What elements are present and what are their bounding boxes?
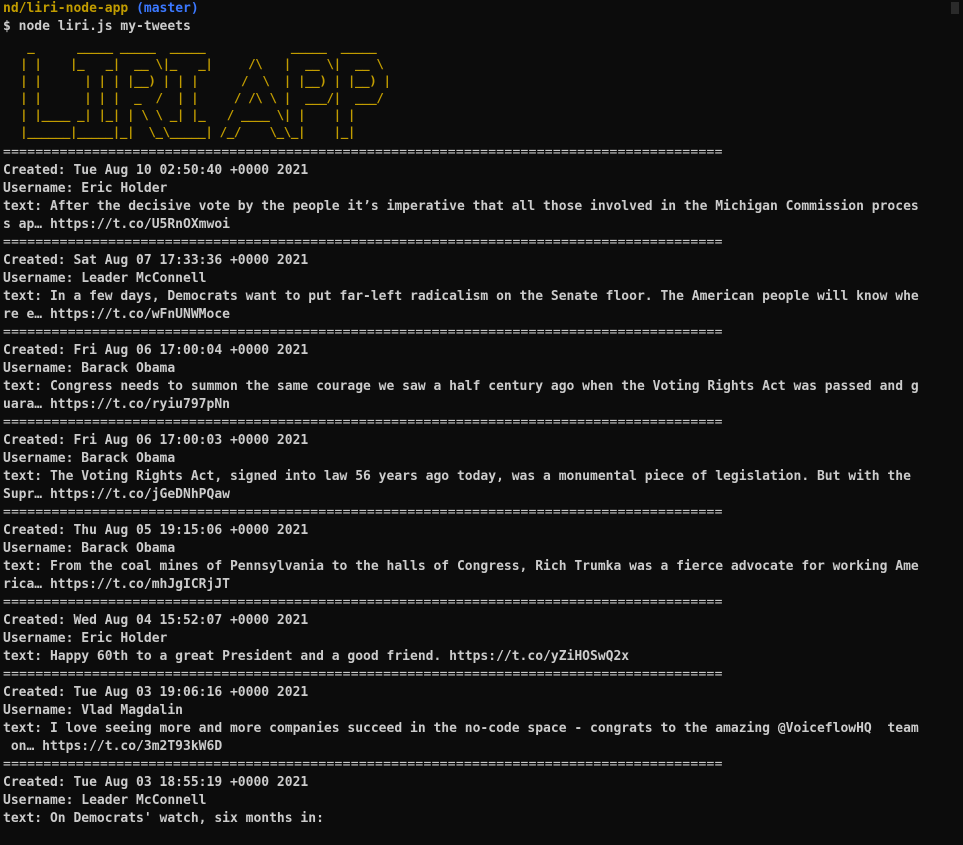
tweet-entry: Created: Fri Aug 06 17:00:04 +0000 2021 … <box>3 342 943 414</box>
tweet-text-continued: on… https://t.co/3m2T93kW6D <box>3 739 223 754</box>
tweet-entry: Created: Tue Aug 10 02:50:40 +0000 2021 … <box>3 162 943 234</box>
tweet-entry: Created: Wed Aug 04 15:52:07 +0000 2021 … <box>3 612 943 666</box>
tweet-text: text: Congress needs to summon the same … <box>3 379 919 394</box>
tweet-text-continued: s ap… https://t.co/U5RnOXmwoi <box>3 217 230 232</box>
tweet-text: text: In a few days, Democrats want to p… <box>3 289 919 304</box>
tweet-created: Created: Fri Aug 06 17:00:03 +0000 2021 <box>3 433 309 448</box>
tweet-entry: Created: Sat Aug 07 17:33:36 +0000 2021 … <box>3 252 943 324</box>
separator: ========================================… <box>3 145 723 160</box>
terminal-output: nd/liri-node-app (master) $ node liri.js… <box>3 0 943 828</box>
tweet-entry: Created: Fri Aug 06 17:00:03 +0000 2021 … <box>3 432 943 504</box>
command-line: $ node liri.js my-tweets <box>3 19 191 34</box>
tweet-username: Username: Eric Holder <box>3 631 168 646</box>
separator: ========================================… <box>3 667 723 682</box>
tweet-text-continued: re e… https://t.co/wFnUNWMoce <box>3 307 230 322</box>
tweet-text: text: After the decisive vote by the peo… <box>3 199 919 214</box>
tweet-entry: Created: Tue Aug 03 18:55:19 +0000 2021 … <box>3 774 943 828</box>
tweet-text: text: The Voting Rights Act, signed into… <box>3 469 911 484</box>
tweet-text: text: I love seeing more and more compan… <box>3 721 919 736</box>
tweet-created: Created: Sat Aug 07 17:33:36 +0000 2021 <box>3 253 309 268</box>
separator: ========================================… <box>3 757 723 772</box>
tweet-created: Created: Wed Aug 04 15:52:07 +0000 2021 <box>3 613 309 628</box>
separator: ========================================… <box>3 415 723 430</box>
liri-app-banner: _ _____ _____ _____ _____ _____ | | |_ _… <box>20 39 391 139</box>
tweet-created: Created: Fri Aug 06 17:00:04 +0000 2021 <box>3 343 309 358</box>
tweet-username: Username: Barack Obama <box>3 541 176 556</box>
tweet-created: Created: Tue Aug 03 18:55:19 +0000 2021 <box>3 775 309 790</box>
tweet-text-continued: Supr… https://t.co/jGeDNhPQaw <box>3 487 230 502</box>
scrollbar-thumb[interactable] <box>951 2 959 14</box>
tweet-username: Username: Barack Obama <box>3 361 176 376</box>
prompt-path: nd/liri-node-app <box>3 1 129 16</box>
tweet-username: Username: Vlad Magdalin <box>3 703 184 718</box>
tweet-created: Created: Thu Aug 05 19:15:06 +0000 2021 <box>3 523 309 538</box>
tweet-username: Username: Barack Obama <box>3 451 176 466</box>
vertical-scrollbar[interactable] <box>946 0 963 845</box>
separator: ========================================… <box>3 325 723 340</box>
tweet-username: Username: Eric Holder <box>3 181 168 196</box>
tweet-created: Created: Tue Aug 10 02:50:40 +0000 2021 <box>3 163 309 178</box>
tweet-text-continued: rica… https://t.co/mhJgICRjJT <box>3 577 230 592</box>
tweet-entry: Created: Thu Aug 05 19:15:06 +0000 2021 … <box>3 522 943 594</box>
separator: ========================================… <box>3 595 723 610</box>
tweet-entry: Created: Tue Aug 03 19:06:16 +0000 2021 … <box>3 684 943 756</box>
tweet-text: text: Happy 60th to a great President an… <box>3 649 630 664</box>
git-branch: (master) <box>136 1 199 16</box>
separator: ========================================… <box>3 235 723 250</box>
tweet-created: Created: Tue Aug 03 19:06:16 +0000 2021 <box>3 685 309 700</box>
separator: ========================================… <box>3 505 723 520</box>
tweet-username: Username: Leader McConnell <box>3 793 207 808</box>
tweet-text-continued: uara… https://t.co/ryiu797pNn <box>3 397 230 412</box>
terminal-window[interactable]: nd/liri-node-app (master) $ node liri.js… <box>0 0 963 845</box>
tweet-text: text: On Democrats' watch, six months in… <box>3 811 324 826</box>
shell-prompt-line: nd/liri-node-app (master) <box>3 0 943 18</box>
tweet-text: text: From the coal mines of Pennsylvani… <box>3 559 919 574</box>
tweet-username: Username: Leader McConnell <box>3 271 207 286</box>
